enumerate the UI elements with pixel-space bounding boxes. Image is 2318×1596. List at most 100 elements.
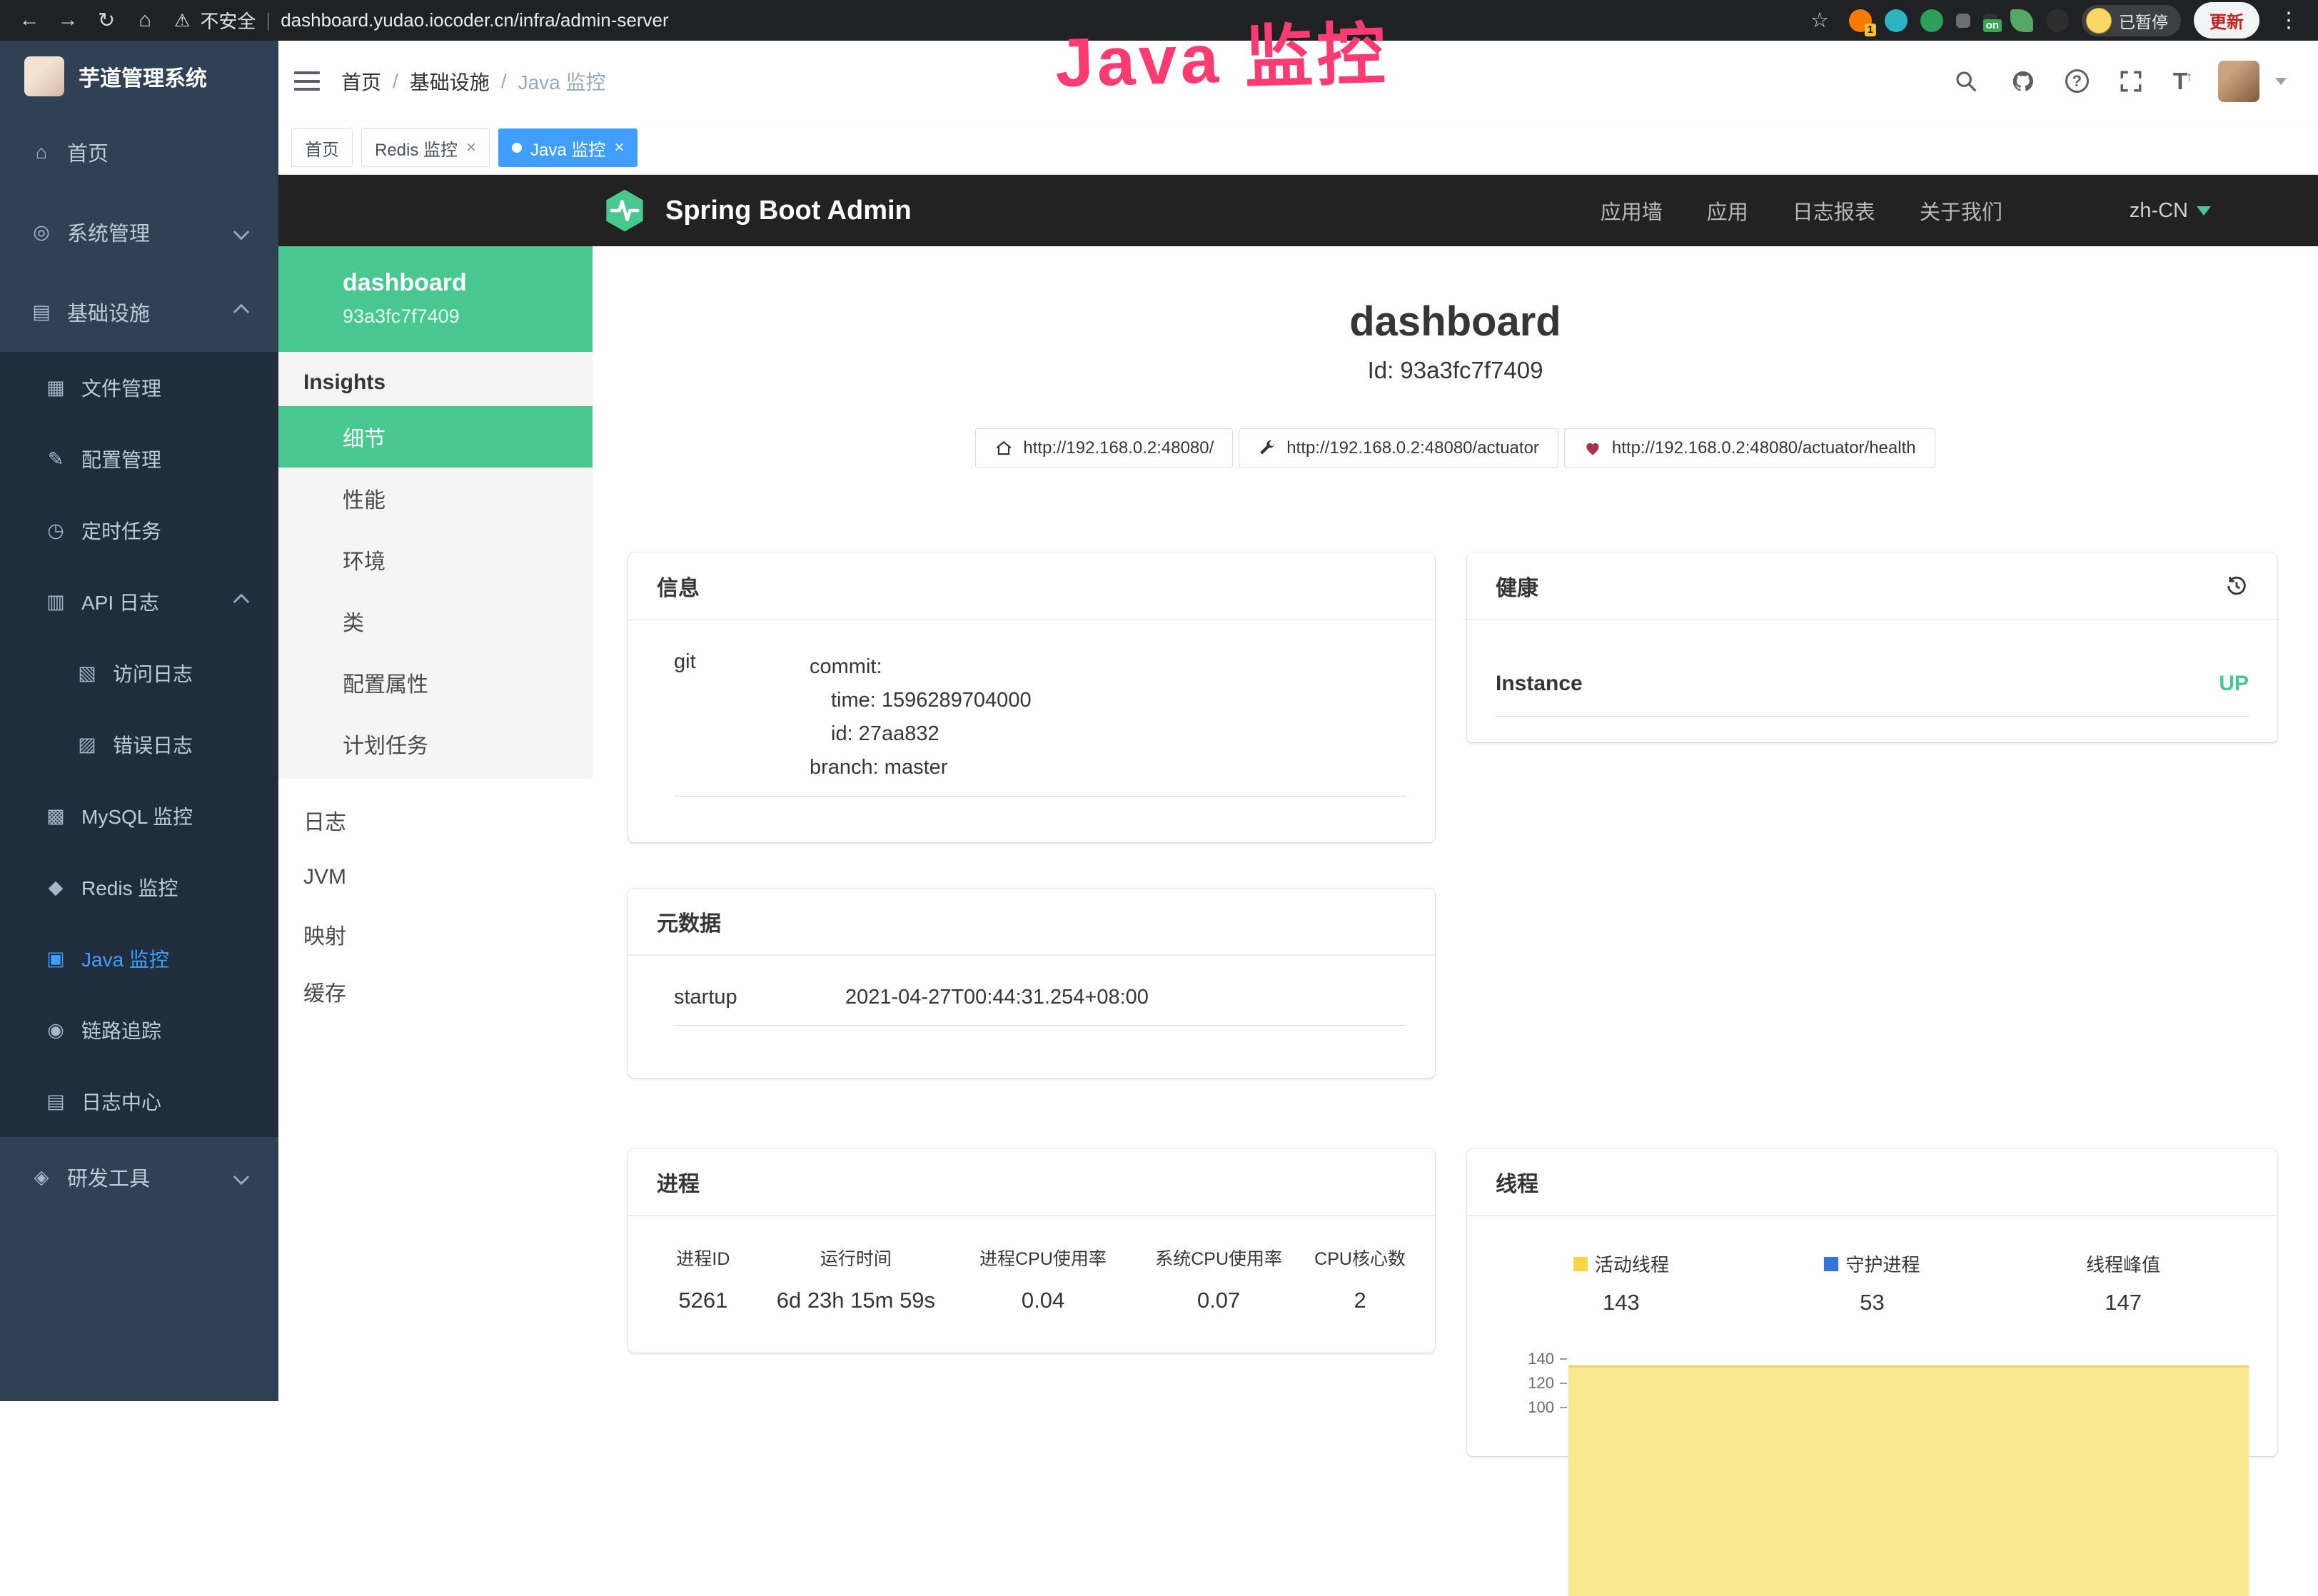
user-avatar[interactable] [2218,61,2259,102]
sidebar-item-scheduled-tasks[interactable]: ◷ 定时任务 [0,495,278,566]
health-url-button[interactable]: http://192.168.0.2:48080/actuator/health [1564,428,1935,468]
inst-item-config-props[interactable]: 配置属性 [278,652,593,713]
process-cpu-value: 0.04 [955,1288,1131,1313]
home-icon: ⌂ [29,141,54,163]
extension-icon-7[interactable] [2046,9,2069,32]
profile-paused-badge[interactable]: 已暂停 [2082,5,2181,36]
extension-icon-4[interactable] [1956,14,1970,28]
sidebar-item-trace[interactable]: ◉ 链路追踪 [0,994,278,1066]
git-id-line: id: 27aa832 [810,717,1032,751]
sba-nav-applications[interactable]: 应用 [1707,196,1748,226]
search-icon[interactable] [1951,66,1981,96]
metadata-card-header: 元数据 [628,889,1435,956]
sba-nav-wallboard[interactable]: 应用墙 [1601,196,1663,226]
breadcrumb-item[interactable]: 基础设施 [410,67,490,96]
inst-item-scheduled-tasks[interactable]: 计划任务 [278,713,593,774]
security-warning-icon[interactable]: ⚠ [174,10,190,31]
inst-item-environment[interactable]: 环境 [278,529,593,590]
tab-close-icon[interactable]: × [466,138,476,158]
sidebar-item-system-mgmt[interactable]: ◎ 系统管理 [0,192,278,272]
extension-icon-2[interactable] [1885,9,1908,32]
inst-item-caches[interactable]: 缓存 [278,963,593,1020]
legend-live-label: 活动线程 [1595,1251,1669,1277]
tab-home[interactable]: 首页 [291,128,353,167]
tab-close-icon[interactable]: × [614,138,624,158]
sba-nav-about[interactable]: 关于我们 [1920,196,2002,226]
sidebar-item-log-center[interactable]: ▤ 日志中心 [0,1066,278,1137]
instance-header[interactable]: dashboard 93a3fc7f7409 [278,246,593,352]
instance-name: dashboard [343,269,593,297]
sidebar-item-label: 访问日志 [113,659,193,687]
sba-nav-journal[interactable]: 日志报表 [1793,196,1875,226]
bookmark-star-icon[interactable]: ☆ [1803,8,1836,33]
inst-item-classes[interactable]: 类 [278,590,593,652]
extension-icon-3[interactable] [1920,9,1943,32]
sba-brand[interactable]: Spring Boot Admin [601,187,912,234]
sidebar-item-api-logs[interactable]: ▥ API 日志 [0,566,278,637]
legend-live-value: 143 [1496,1290,1747,1315]
service-url-button[interactable]: http://192.168.0.2:48080/ [975,428,1233,468]
info-row-label: git [674,650,810,784]
legend-peak-label: 线程峰值 [2086,1251,2160,1277]
inst-item-logs[interactable]: 日志 [278,792,593,849]
tab-java-monitor[interactable]: Java 监控 × [498,128,638,167]
service-url-label: http://192.168.0.2:48080/ [1023,438,1214,458]
actuator-url-button[interactable]: http://192.168.0.2:48080/actuator [1239,428,1558,468]
browser-home-icon[interactable]: ⌂ [129,9,161,32]
sidebar-item-config-mgmt[interactable]: ✎ 配置管理 [0,423,278,495]
fullscreen-icon[interactable] [2116,66,2146,96]
info-card-header: 信息 [628,553,1435,620]
extension-icon-5[interactable]: on [1983,14,1997,28]
sba-locale-select[interactable]: zh-CN [2130,199,2211,223]
refresh-icon[interactable]: ↻ [90,8,123,33]
sidebar-item-file-mgmt[interactable]: ▦ 文件管理 [0,352,278,423]
threads-card-header: 线程 [1467,1149,2277,1216]
sidebar-item-label: 研发工具 [67,1162,150,1192]
help-icon[interactable]: ? [2065,69,2089,93]
forward-icon[interactable]: → [51,9,84,32]
breadcrumb-item[interactable]: 首页 [341,67,381,96]
header-actions: ? T↑ [1951,61,2287,102]
sidebar-item-label: Java 监控 [81,944,169,973]
legend-live-threads: 活动线程 143 [1496,1251,1747,1315]
avatar-caret-icon[interactable] [2275,78,2287,85]
locale-caret-icon [2197,206,2211,216]
extension-icon-1[interactable]: 1 [1849,9,1872,32]
inst-item-metrics[interactable]: 性能 [278,468,593,529]
browser-menu-icon[interactable]: ⋮ [2272,8,2305,33]
font-size-icon[interactable]: T↑ [2173,68,2191,95]
sidebar-item-dev-tools[interactable]: ◈ 研发工具 [0,1137,278,1217]
sidebar-item-access-logs[interactable]: ▧ 访问日志 [0,637,278,709]
instance-root-items: 日志 JVM 映射 缓存 [278,792,593,1020]
git-branch-line: branch: master [810,751,1032,784]
app-logo-row[interactable]: 芋道管理系统 [0,41,278,112]
sidebar-item-java-monitor[interactable]: ▣ Java 监控 [0,923,278,994]
sidebar-item-home[interactable]: ⌂ 首页 [0,112,278,192]
tab-redis-monitor[interactable]: Redis 监控 × [361,128,490,167]
threads-card: 线程 活动线程 143 守护进程 53 [1467,1149,2277,1456]
health-instance-row[interactable]: Instance UP [1496,672,2249,717]
process-uptime-value: 6d 23h 15m 59s [757,1288,955,1313]
chrome-update-button[interactable]: 更新 [2194,2,2259,39]
inst-item-jvm[interactable]: JVM [278,849,593,906]
sidebar-item-redis-monitor[interactable]: ◆ Redis 监控 [0,852,278,923]
timer-icon: ◷ [43,520,69,542]
app-sidebar: 芋道管理系统 ⌂ 首页 ◎ 系统管理 ▤ 基础设施 ▦ 文件管理 ✎ 配置管理 … [0,41,278,1401]
github-icon[interactable] [2008,66,2038,96]
system-cpu-value: 0.07 [1131,1288,1306,1313]
ytick-label: 120 [1528,1374,1554,1393]
address-bar[interactable]: ⚠ 不安全 | dashboard.yudao.iocoder.cn/infra… [174,7,669,34]
sidebar-item-infrastructure[interactable]: ▤ 基础设施 [0,272,278,352]
inst-item-details[interactable]: 细节 [278,406,593,468]
inst-item-mappings[interactable]: 映射 [278,906,593,963]
extension-icon-6[interactable] [2010,9,2033,32]
back-icon[interactable]: ← [13,9,46,32]
sidebar-item-mysql-monitor[interactable]: ▩ MySQL 监控 [0,780,278,852]
sidebar-item-error-logs[interactable]: ▨ 错误日志 [0,709,278,780]
process-col-header: 进程ID [650,1245,757,1271]
sidebar-item-label: Redis 监控 [81,873,178,901]
process-card: 进程 进程ID 运行时间 进程CPU使用率 系统CPU使用率 CPU核心数 52… [628,1149,1435,1353]
hamburger-menu-icon[interactable] [294,71,320,91]
history-icon[interactable] [2224,574,2249,598]
sidebar-item-label: 系统管理 [67,217,150,247]
